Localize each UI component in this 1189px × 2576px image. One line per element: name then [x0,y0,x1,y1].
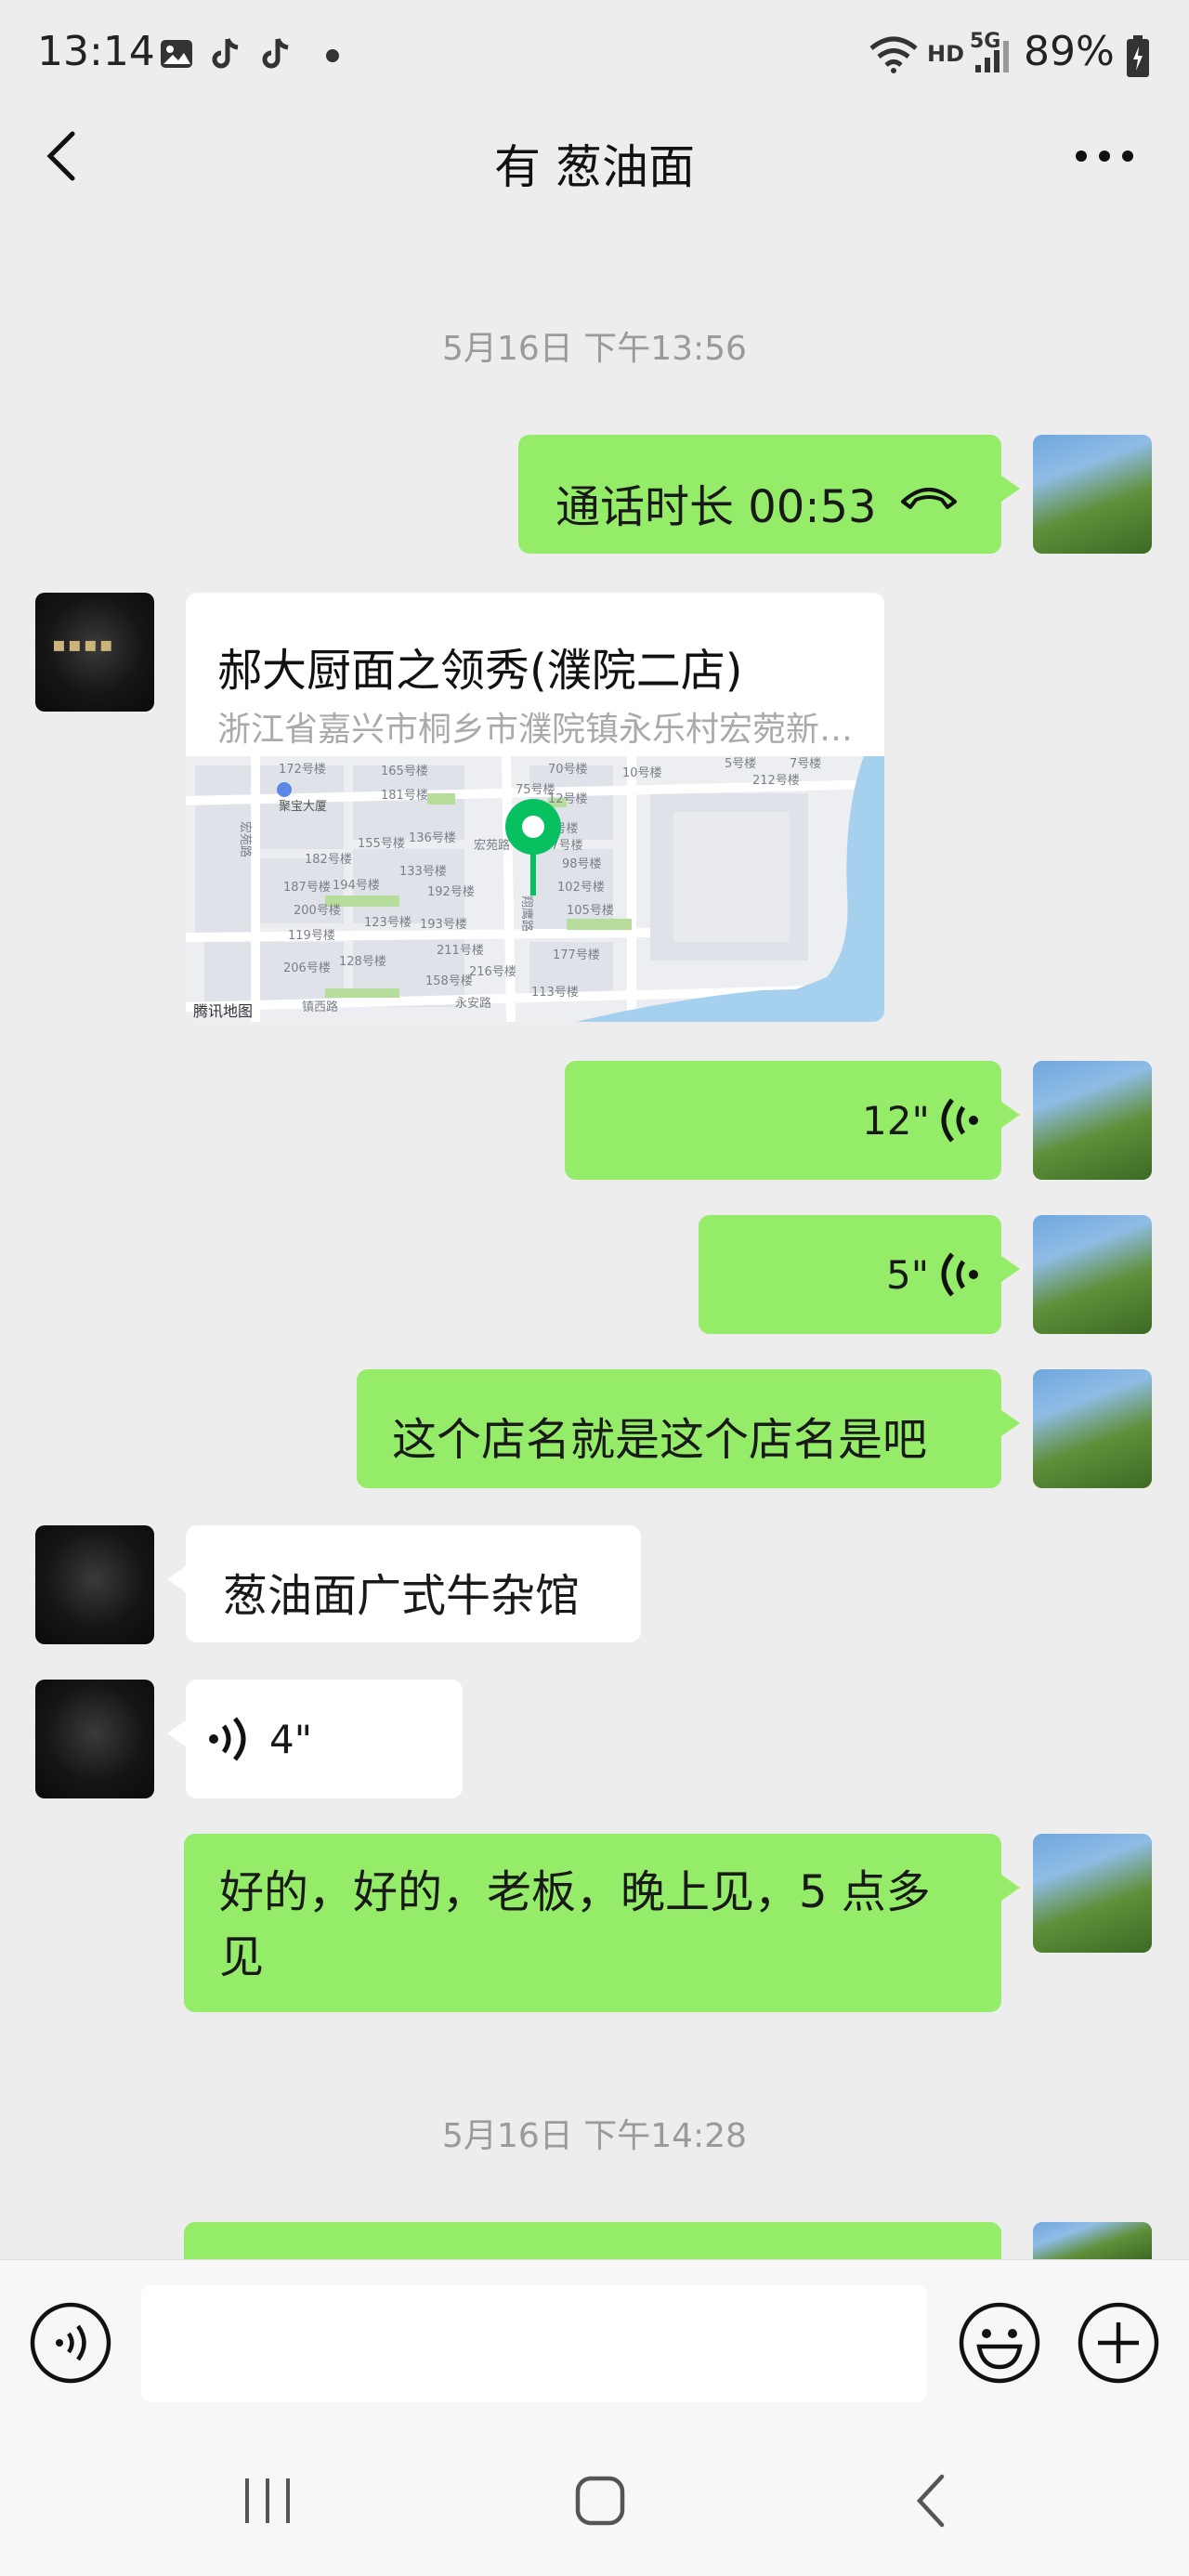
avatar[interactable] [1033,1834,1152,1953]
map-label: 10号楼 [622,766,662,780]
map-label: 182号楼 [305,853,352,867]
avatar-text-art: ▪▪▪▪ [52,634,115,657]
map-credit: 腾讯地图 [193,1002,253,1020]
map-label: 105号楼 [567,904,614,918]
text-message-bubble-partial[interactable] [184,2222,1001,2259]
text-message-bubble[interactable]: 好的，好的，老板，晚上见，5 点多见 [184,1834,1020,2012]
location-address: 浙江省嘉兴市桐乡市濮院镇永乐村宏菀新… [217,711,854,749]
avatar[interactable] [1033,1369,1152,1488]
map-label: 216号楼 [469,965,516,979]
text-message-bubble[interactable]: 这个店名就是这个店名是吧 [357,1369,1020,1488]
map-label: 镇西路 [302,1000,338,1014]
map-label: 123号楼 [364,916,412,930]
home-icon[interactable] [572,2473,628,2529]
location-card[interactable]: 郝大厨面之领秀(濮院二店) 浙江省嘉兴市桐乡市濮院镇永乐村宏菀新… 172号楼 … [186,593,884,1022]
call-record-bubble[interactable]: 通话时长 00:53 [518,435,1020,554]
avatar[interactable] [1033,1061,1152,1180]
avatar[interactable]: ▪▪▪▪ [35,593,154,712]
map-label: 宏苑路 [474,838,510,853]
map-label: 7号楼 [790,757,821,771]
tiktok-icon [262,38,289,69]
avatar[interactable] [35,1680,154,1798]
voice-wave-icon [209,1717,246,1761]
map-label: 192号楼 [427,885,475,899]
map-label: 194号楼 [333,879,380,893]
avatar[interactable] [35,1525,154,1644]
map-label: 宏苑路 [238,821,253,857]
map-label: 75号楼 [516,783,555,797]
text-message-bubble[interactable]: 葱油面广式牛杂馆 [167,1525,641,1642]
voice-wave-icon [941,1252,978,1297]
map-label: 70号楼 [548,763,588,777]
avatar[interactable] [1033,435,1152,554]
voice-duration: 5" [886,1252,930,1298]
landmark-marker [277,782,292,797]
map-label: 181号楼 [381,789,428,803]
signal-icon [975,41,1009,72]
notification-dot-icon [326,49,339,62]
gallery-icon [161,40,192,68]
phone-hangup-icon [901,488,957,509]
timestamp: 5月16日 下午14:28 [442,2117,747,2155]
message-text: 这个店名就是这个店名是吧 [392,1414,928,1466]
voice-message-bubble[interactable]: 4" [167,1680,463,1798]
map-label: 187号楼 [283,881,331,895]
emoji-icon[interactable] [957,2300,1042,2386]
map-graphic: 172号楼 165号楼 181号楼 70号楼 12号楼 10号楼 5号楼 7号楼… [186,756,884,1022]
map-label: 102号楼 [557,881,605,895]
avatar[interactable] [1033,2222,1152,2259]
map-label: 聚宝大厦 [279,800,327,814]
chat-title: 有 葱油面 [494,140,695,194]
map-label: 211号楼 [437,944,484,958]
map-label: 172号楼 [279,763,326,777]
map-label: 212号楼 [752,774,800,788]
message-text: 葱油面广式牛杂馆 [223,1570,581,1622]
message-text: 好的，好的，老板，晚上见，5 点多见 [219,1866,931,1983]
recent-apps-icon[interactable] [240,2475,295,2527]
back-nav-icon[interactable] [910,2471,951,2530]
more-dots-icon[interactable] [1074,149,1135,163]
map-label: 5号楼 [725,757,756,771]
battery-icon [1127,35,1149,77]
map-label: 158号楼 [425,974,473,988]
voice-duration: 12" [862,1098,930,1144]
status-bar: 13:14 HD 5G 89% [0,0,1189,111]
map-label: 206号楼 [283,961,331,975]
voice-message-bubble[interactable]: 12" [565,1061,1020,1180]
map-label: 177号楼 [553,948,600,962]
status-time: 13:14 [37,28,155,75]
timestamp: 5月16日 下午13:56 [442,330,747,368]
voice-duration: 4" [269,1717,313,1762]
avatar[interactable] [1033,1215,1152,1334]
wifi-icon [869,36,918,73]
voice-input-icon[interactable] [28,2300,113,2386]
plus-icon[interactable] [1076,2300,1161,2386]
map-label: 155号楼 [358,837,405,851]
location-map: 172号楼 165号楼 181号楼 70号楼 12号楼 10号楼 5号楼 7号楼… [186,756,884,1022]
map-label: 133号楼 [399,865,447,879]
map-label: 98号楼 [562,857,602,871]
map-label: 永安路 [455,996,491,1011]
map-label: 113号楼 [531,986,579,1000]
call-duration-text: 通话时长 00:53 [555,481,877,533]
hd-label: HD [927,41,965,67]
tiktok-icon [212,38,239,69]
map-label: 193号楼 [420,918,467,932]
map-label: 128号楼 [339,955,386,969]
map-label: 翔鹰路 [519,896,534,932]
location-name: 郝大厨面之领秀(濮院二店) [217,645,743,697]
map-label: 200号楼 [294,904,341,918]
battery-percent: 89% [1024,28,1115,75]
map-label: 136号楼 [409,831,456,845]
map-label: 119号楼 [288,929,335,943]
voice-message-bubble[interactable]: 5" [699,1215,1020,1334]
message-input[interactable] [141,2285,927,2402]
voice-wave-icon [941,1098,978,1143]
map-label: 165号楼 [381,765,428,778]
